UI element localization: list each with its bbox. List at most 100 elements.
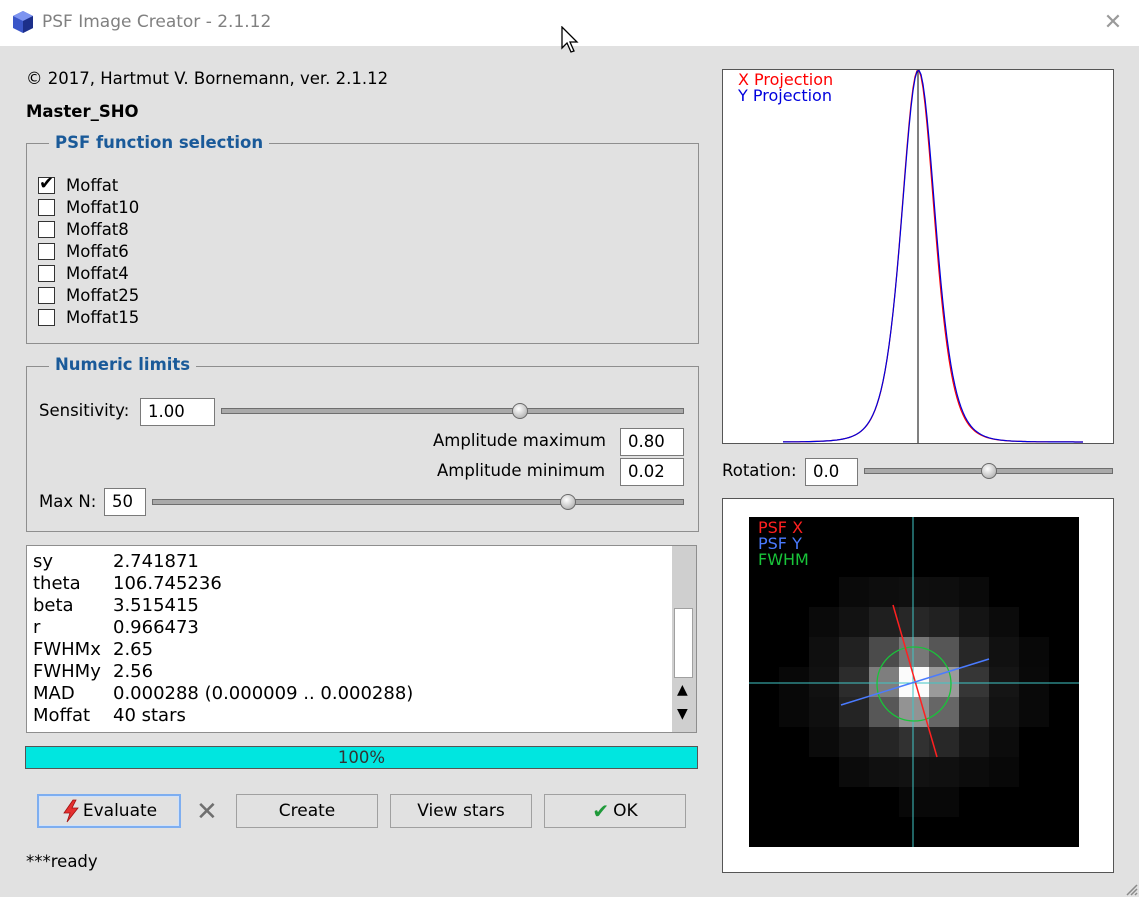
psf-function-group-title: PSF function selection — [49, 133, 270, 152]
cancel-x-icon[interactable]: ✕ — [196, 797, 218, 827]
lightning-icon — [63, 799, 79, 823]
psf-image-svg: PSF X PSF Y FWHM — [749, 517, 1079, 847]
result-row: sy 2.741871 — [33, 551, 199, 573]
psf-pixel — [929, 607, 959, 637]
psf-option-moffat8[interactable]: Moffat8 — [38, 218, 129, 240]
result-row: beta 3.515415 — [33, 595, 199, 617]
max-n-field[interactable]: 50 — [104, 488, 146, 516]
projection-plot: X Projection Y Projection — [722, 69, 1114, 444]
ok-button[interactable]: ✔ OK — [544, 794, 686, 828]
result-value: 0.966473 — [113, 617, 199, 638]
evaluate-button-label: Evaluate — [82, 801, 158, 821]
psf-option-checkbox[interactable]: ✔ — [38, 173, 55, 194]
max-n-slider-track — [152, 499, 684, 505]
amplitude-min-field[interactable]: 0.02 — [620, 458, 684, 486]
result-key: FWHMx — [33, 639, 101, 660]
results-textarea[interactable]: sy 2.741871 theta 106.745236 beta 3.515415 r 0.… — [26, 545, 697, 733]
image-name: Master_SHO — [26, 102, 139, 121]
psf-pixel — [869, 697, 899, 727]
result-row: r 0.966473 — [33, 617, 199, 639]
results-scrollbar[interactable]: ▲ ▼ — [672, 546, 696, 732]
amplitude-min-label: Amplitude minimum — [437, 461, 606, 480]
result-key: MAD — [33, 683, 75, 704]
psf-pixel — [839, 607, 869, 637]
create-button[interactable]: Create — [236, 794, 378, 828]
psf-option-label: Moffat25 — [66, 285, 140, 305]
rotation-slider-knob[interactable] — [981, 463, 997, 479]
checkmark-icon: ✔ — [39, 172, 55, 194]
psf-option-checkbox[interactable] — [38, 308, 55, 326]
progress-label: 100% — [337, 748, 386, 767]
ok-button-label: OK — [613, 801, 638, 821]
psf-option-moffat[interactable]: ✔ Moffat — [38, 173, 118, 196]
max-n-slider[interactable] — [152, 494, 684, 510]
sensitivity-field[interactable]: 1.00 — [140, 398, 215, 426]
psf-pixel — [899, 757, 929, 787]
window-title: PSF Image Creator - 2.1.12 — [42, 12, 272, 32]
result-row: FWHMx 2.65 — [33, 639, 153, 661]
psf-pixel — [929, 577, 959, 607]
max-n-slider-knob[interactable] — [560, 494, 576, 510]
app-cube-icon — [13, 11, 33, 33]
psf-creator-window: PSF Image Creator - 2.1.12 ✕ © 2017, Har… — [0, 0, 1139, 897]
result-key: theta — [33, 573, 81, 594]
result-row: MAD 0.000288 (0.000009 .. 0.000288) — [33, 683, 413, 705]
sensitivity-slider[interactable] — [221, 403, 684, 419]
psf-pixel — [959, 667, 989, 697]
psf-option-label: Moffat6 — [66, 241, 129, 261]
sensitivity-label: Sensitivity: — [39, 401, 130, 420]
psf-pixel — [929, 757, 959, 787]
psf-pixel — [779, 667, 809, 697]
sensitivity-slider-knob[interactable] — [512, 403, 528, 419]
psf-pixel — [839, 577, 869, 607]
psf-pixel — [1019, 637, 1049, 667]
psf-image-panel: PSF X PSF Y FWHM — [722, 498, 1114, 873]
psf-pixel — [809, 667, 839, 697]
psf-option-checkbox[interactable] — [38, 242, 55, 260]
mouse-cursor-icon — [561, 26, 579, 53]
psf-pixel — [929, 787, 959, 817]
psf-option-checkbox[interactable] — [38, 264, 55, 282]
psf-pixel — [839, 667, 869, 697]
psf-option-moffat25[interactable]: Moffat25 — [38, 284, 139, 306]
result-row: Moffat 40 stars — [33, 705, 186, 727]
psf-pixel — [809, 697, 839, 727]
scroll-up-arrow-icon[interactable]: ▲ — [677, 682, 688, 698]
psf-pixel — [959, 607, 989, 637]
result-value: 40 stars — [113, 705, 186, 726]
psf-option-moffat6[interactable]: Moffat6 — [38, 240, 129, 262]
psf-pixel — [899, 577, 929, 607]
view-stars-button[interactable]: View stars — [390, 794, 532, 828]
psf-pixel — [989, 637, 1019, 667]
status-text: ***ready — [26, 852, 98, 871]
evaluate-button[interactable]: Evaluate — [37, 794, 181, 828]
psf-option-checkbox[interactable] — [38, 220, 55, 238]
result-key: beta — [33, 595, 74, 616]
scrollbar-thumb[interactable] — [674, 608, 693, 678]
projection-svg: X Projection Y Projection — [737, 69, 1083, 443]
psf-pixel — [929, 697, 959, 727]
result-value: 2.56 — [113, 661, 154, 682]
psf-pixel — [869, 757, 899, 787]
psf-option-moffat10[interactable]: Moffat10 — [38, 196, 139, 218]
rotation-slider[interactable] — [864, 463, 1113, 479]
psf-option-moffat4[interactable]: Moffat4 — [38, 262, 129, 284]
psf-pixel — [929, 667, 959, 697]
progress-bar: 100% — [25, 746, 698, 769]
psf-pixel — [959, 757, 989, 787]
close-button[interactable]: ✕ — [1096, 6, 1130, 40]
amplitude-max-field[interactable]: 0.80 — [620, 428, 684, 456]
psf-option-checkbox[interactable] — [38, 286, 55, 304]
result-row: theta 106.745236 — [33, 573, 222, 595]
result-key: FWHMy — [33, 661, 101, 682]
scroll-down-arrow-icon[interactable]: ▼ — [677, 706, 688, 722]
rotation-field[interactable]: 0.0 — [805, 458, 858, 486]
resize-grip-icon[interactable] — [1124, 882, 1138, 896]
psf-pixel — [809, 607, 839, 637]
sensitivity-slider-track — [221, 408, 684, 414]
psf-option-checkbox[interactable] — [38, 198, 55, 216]
title-bar: PSF Image Creator - 2.1.12 ✕ — [0, 0, 1139, 53]
psf-option-moffat15[interactable]: Moffat15 — [38, 306, 139, 328]
psf-pixel — [899, 727, 929, 757]
y-projection-legend: Y Projection — [737, 86, 832, 105]
